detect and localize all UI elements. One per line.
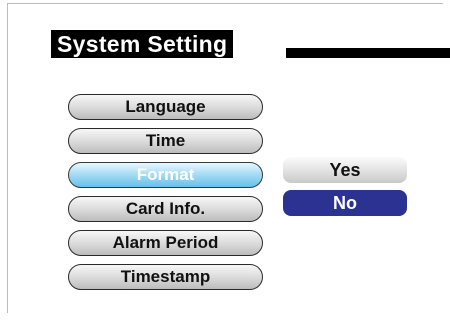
menu-item-card-info[interactable]: Card Info. bbox=[68, 196, 263, 222]
no-option-label: No bbox=[333, 193, 357, 213]
title-bar: System Setting bbox=[51, 30, 450, 58]
yes-option-button[interactable]: Yes bbox=[283, 157, 407, 183]
yes-option-label: Yes bbox=[329, 160, 361, 180]
menu-item-timestamp[interactable]: Timestamp bbox=[68, 264, 263, 290]
menu-item-time[interactable]: Time bbox=[68, 128, 263, 154]
menu-item-format[interactable]: Format bbox=[68, 162, 263, 188]
page-title: System Setting bbox=[51, 30, 234, 58]
menu-item-label: Timestamp bbox=[120, 267, 211, 286]
menu-item-label: Format bbox=[136, 165, 195, 184]
menu-item-label: Alarm Period bbox=[112, 233, 219, 252]
menu-item-label: Card Info. bbox=[125, 199, 206, 218]
menu-item-alarm-period[interactable]: Alarm Period bbox=[68, 230, 263, 256]
menu-item-label: Language bbox=[125, 97, 206, 116]
menu-item-language[interactable]: Language bbox=[68, 94, 263, 120]
menu-item-label: Time bbox=[145, 131, 186, 150]
no-option-button[interactable]: No bbox=[283, 190, 407, 216]
title-underline bbox=[286, 48, 450, 58]
